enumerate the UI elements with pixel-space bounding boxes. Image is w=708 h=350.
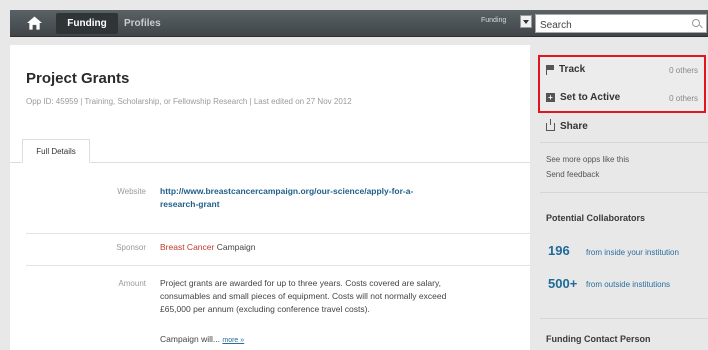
sponsor-label: Sponsor	[116, 243, 146, 252]
sponsor-value: Breast Cancer Campaign	[160, 241, 255, 254]
amount-label: Amount	[118, 279, 146, 288]
website-value: http://www.breastcancercampaign.org/our-…	[160, 185, 413, 211]
sidebar-divider	[540, 142, 708, 143]
main-panel: Project Grants Opp ID: 45959 | Training,…	[10, 45, 530, 350]
search-scope-dropdown[interactable]	[520, 15, 532, 28]
actions-highlight-box: Track 0 others + Set to Active 0 others	[538, 55, 706, 113]
inside-collab-count[interactable]: 196	[548, 243, 570, 258]
amount-line: Project grants are awarded for up to thr…	[160, 278, 441, 288]
website-link-line2: research-grant	[160, 199, 220, 209]
track-button[interactable]: Track	[546, 64, 585, 75]
page-title: Project Grants	[26, 70, 130, 87]
sidebar-divider	[540, 318, 708, 319]
amount-line: £65,000 per annum (excluding conference …	[160, 304, 370, 314]
share-button[interactable]: Share	[546, 118, 588, 132]
nav-profiles-tab[interactable]: Profiles	[124, 13, 161, 34]
amount-line: consumables and small pieces of equipmen…	[160, 291, 447, 301]
set-active-button[interactable]: + Set to Active	[546, 92, 620, 103]
nav-funding-tab[interactable]: Funding	[56, 13, 118, 34]
top-nav-bar: Funding Profiles Funding	[10, 10, 708, 37]
home-button[interactable]	[16, 13, 52, 33]
tab-full-details[interactable]: Full Details	[22, 139, 90, 163]
see-more-link[interactable]: See more opps like this	[546, 155, 629, 164]
send-feedback-link[interactable]: Send feedback	[546, 170, 599, 179]
track-count: 0 others	[669, 66, 698, 75]
website-link-line1: http://www.breastcancercampaign.org/our-…	[160, 186, 414, 196]
website-link[interactable]: http://www.breastcancercampaign.org/our-…	[160, 186, 413, 209]
search-input[interactable]	[536, 17, 686, 34]
search-box	[535, 14, 707, 34]
more-link[interactable]: more »	[222, 337, 244, 344]
amount-value: Project grants are awarded for up to thr…	[160, 277, 446, 316]
share-label: Share	[560, 121, 588, 132]
plus-icon: +	[546, 93, 555, 102]
inside-collab-link[interactable]: from inside your institution	[586, 248, 679, 257]
sidebar-divider	[540, 192, 708, 193]
opportunity-meta: Opp ID: 45959 | Training, Scholarship, o…	[26, 97, 352, 106]
set-active-label: Set to Active	[560, 92, 621, 103]
row-divider	[26, 265, 530, 266]
search-scope-label[interactable]: Funding	[481, 17, 506, 24]
row-divider	[26, 233, 530, 234]
funding-contact-heading: Funding Contact Person	[546, 334, 651, 344]
amount-continued: Campaign will... more »	[160, 333, 244, 347]
amount-line: Campaign will...	[160, 334, 220, 344]
sponsor-rest: Campaign	[214, 242, 256, 252]
home-icon	[26, 16, 42, 30]
outside-collab-count[interactable]: 500+	[548, 276, 577, 291]
sponsor-highlight: Breast Cancer	[160, 242, 215, 252]
search-icon[interactable]	[692, 19, 700, 27]
collaborators-heading: Potential Collaborators	[546, 213, 646, 223]
track-label: Track	[559, 64, 586, 75]
flag-icon	[546, 64, 554, 75]
website-label: Website	[117, 187, 146, 196]
set-active-count: 0 others	[669, 94, 698, 103]
share-icon	[546, 118, 555, 131]
outside-collab-link[interactable]: from outside institutions	[586, 280, 670, 289]
